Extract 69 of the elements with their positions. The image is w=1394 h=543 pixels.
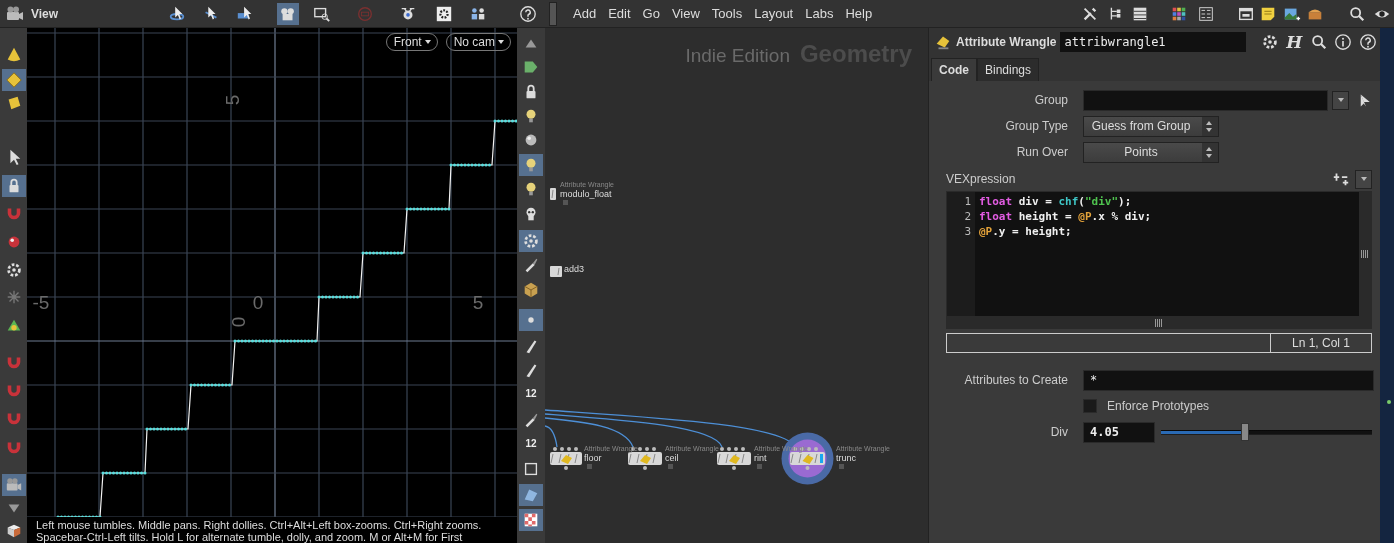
- field-label: Attributes to Create: [963, 373, 1068, 387]
- node[interactable]: [717, 447, 751, 470]
- camera-icon[interactable]: [1, 474, 26, 496]
- menu-item[interactable]: Labs: [799, 6, 840, 21]
- code-line: float div = chf("div");: [979, 194, 1133, 209]
- bulb-icon[interactable]: [519, 154, 543, 176]
- node-name: trunc: [836, 453, 856, 463]
- node-name: add3: [564, 264, 585, 274]
- menu-item[interactable]: Go: [636, 6, 666, 21]
- node[interactable]: [550, 266, 562, 277]
- resize-grip[interactable]: [1155, 319, 1163, 327]
- menu-item[interactable]: Layout: [748, 6, 800, 21]
- grid-label: 0: [228, 316, 248, 328]
- help-icon[interactable]: [1357, 31, 1379, 53]
- field-label: VEXpression: [946, 172, 1016, 186]
- code-line: @P.y = height;: [979, 224, 1073, 239]
- grid-label: -5: [32, 292, 50, 312]
- dropdown-button[interactable]: [1355, 169, 1372, 189]
- checkbox-label: Enforce Prototypes: [1107, 399, 1210, 413]
- hint-text: Spacebar-Ctrl-Left tilts. Hold L for alternate tumble, dolly, and zoom. M or Alt+M for First: [36, 531, 464, 543]
- point-size-button[interactable]: 12: [519, 432, 543, 454]
- hint-text: Left mouse tumbles. Middle pans. Right dollies. Ctrl+Alt+Left box-zooms. Ctrl+Right zooms.: [36, 519, 483, 531]
- edition-label: Indie Edition: [685, 45, 790, 67]
- grid-label: 5: [222, 94, 242, 106]
- line-number: 1: [964, 194, 971, 209]
- checkbox[interactable]: [1083, 399, 1097, 413]
- pane-handle[interactable]: [549, 1, 557, 26]
- node[interactable]: [550, 188, 556, 200]
- tab[interactable]: Code: [931, 58, 977, 81]
- lock-icon[interactable]: [1, 175, 26, 197]
- code-editor[interactable]: 1 2 3 float div = chf("div"); float height = @P.x % div; @P.y = height;: [946, 191, 1372, 317]
- field-label: Run Over: [1015, 145, 1068, 159]
- pane-title: View: [31, 6, 59, 21]
- slider-thumb[interactable]: [1241, 423, 1250, 441]
- cursor-position: Ln 1, Col 1: [1290, 335, 1351, 352]
- line-number: 2: [964, 209, 971, 224]
- point-size-button[interactable]: 12: [519, 382, 543, 404]
- menu-item[interactable]: Tools: [705, 6, 749, 21]
- dropdown[interactable]: Guess from Group: [1083, 115, 1219, 137]
- node[interactable]: [550, 447, 582, 470]
- node-name: floor: [584, 453, 602, 463]
- menu-item[interactable]: Add: [567, 6, 603, 21]
- help-menu-button[interactable]: H: [1284, 31, 1305, 53]
- menu-item[interactable]: Edit: [602, 6, 637, 21]
- node-name: ceil: [665, 453, 679, 463]
- menu-item[interactable]: Help: [839, 6, 879, 21]
- code-line: float height = @P.x % div;: [979, 209, 1153, 224]
- node-name-field[interactable]: attribwrangle1: [1060, 32, 1246, 52]
- line-number: 3: [964, 224, 971, 239]
- checker-icon[interactable]: [519, 509, 543, 531]
- value-field[interactable]: 4.05: [1083, 421, 1155, 443]
- group-field[interactable]: [1083, 89, 1328, 111]
- grid-label: 0: [252, 292, 264, 312]
- field-label: Div: [1049, 425, 1068, 439]
- tab[interactable]: Bindings: [977, 58, 1040, 81]
- cameras-icon[interactable]: [277, 2, 300, 25]
- node-name: modulo_float: [560, 189, 612, 199]
- field-label: Group Type: [1004, 119, 1068, 133]
- field-label: Group: [1033, 93, 1068, 107]
- menu-item[interactable]: View: [665, 6, 706, 21]
- dropdown[interactable]: Points: [1083, 141, 1219, 163]
- resize-grip[interactable]: [1361, 250, 1369, 258]
- node-name: rint: [754, 453, 767, 463]
- grid-label: 5: [472, 292, 484, 312]
- node[interactable]: [781, 432, 834, 485]
- attributes-field[interactable]: *: [1083, 369, 1374, 391]
- dropdown-button[interactable]: [1332, 90, 1349, 110]
- info-icon[interactable]: [1333, 31, 1354, 53]
- node-type-label: Attribute Wrangle: [956, 35, 1057, 49]
